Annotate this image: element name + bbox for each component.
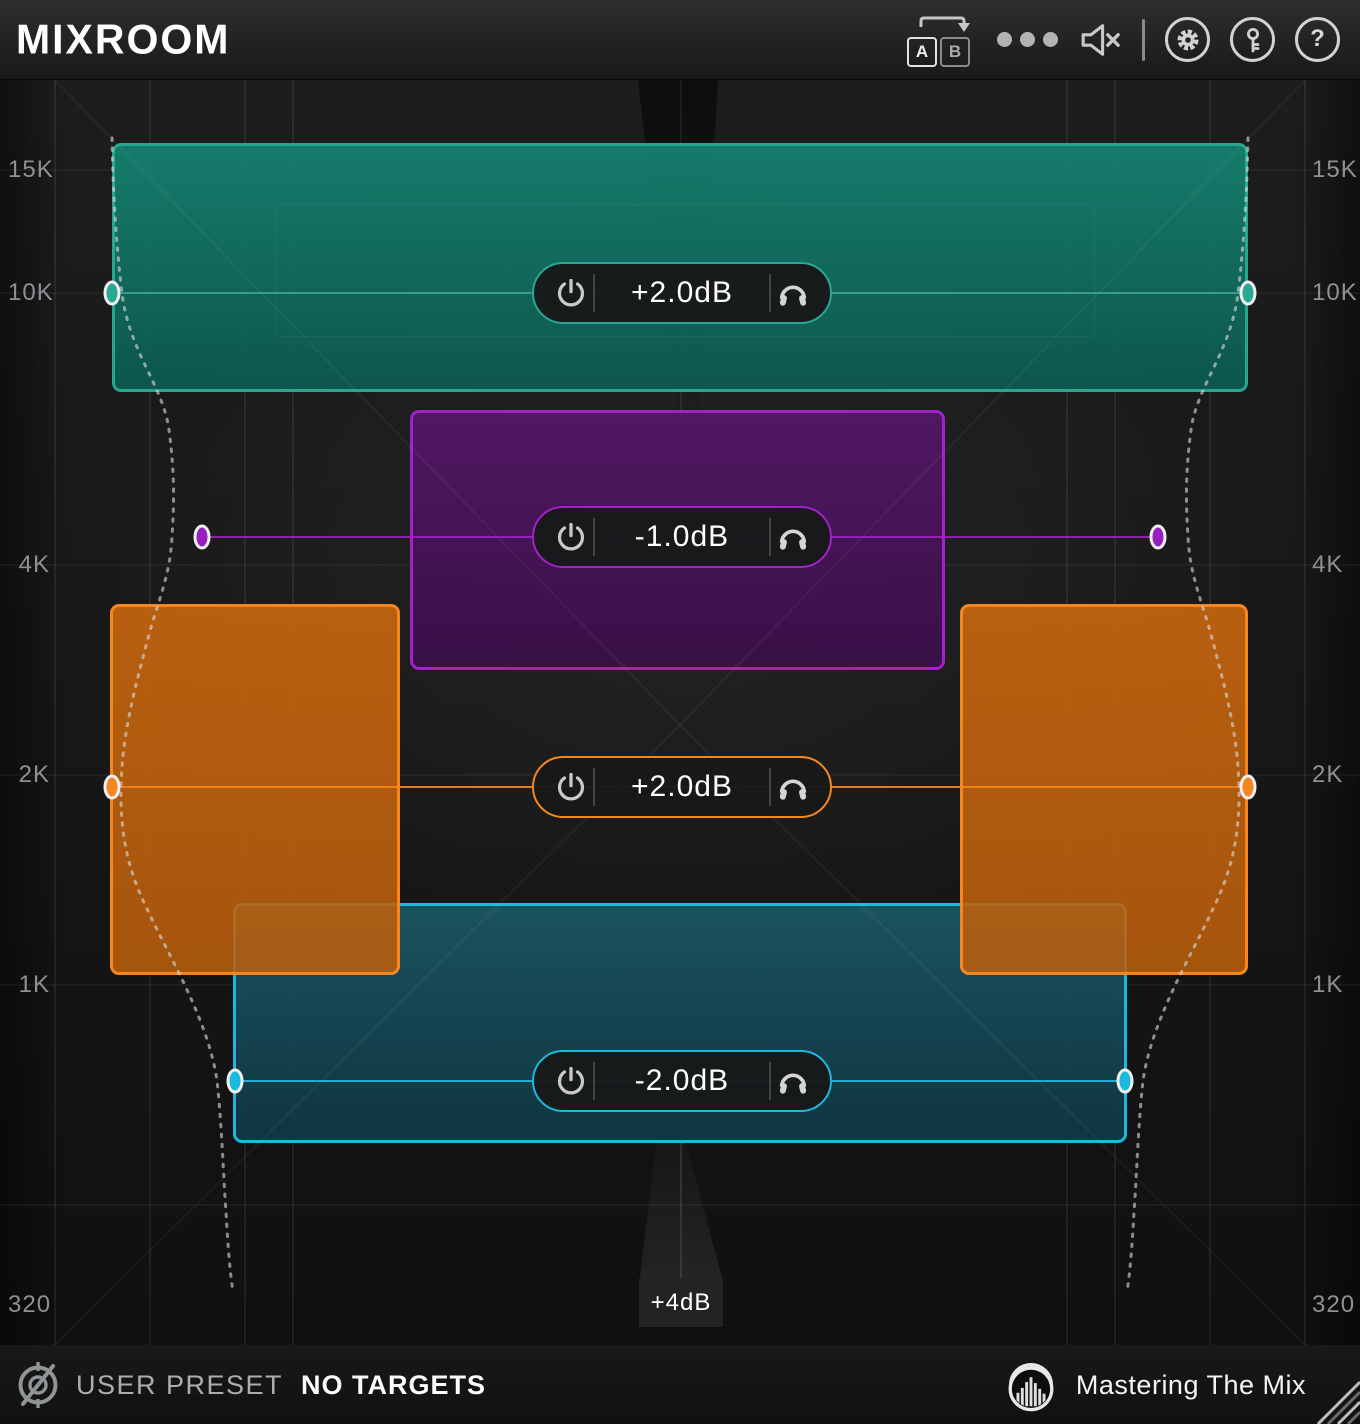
dot-icon <box>997 32 1012 47</box>
band-power-button[interactable] <box>549 770 593 804</box>
status-bar: USER PRESET NO TARGETS Mastering The Mix <box>0 1345 1360 1424</box>
ab-compare-toggle[interactable]: A B <box>907 11 977 69</box>
band-gain-value-low-mid[interactable]: -2.0dB <box>595 1064 769 1098</box>
mixroom-plugin-window: MIXROOM A B ? 15K 10K 4K 2K 1K 320 15K 1… <box>0 0 1360 1424</box>
freq-label-1k-right: 1K <box>1312 971 1344 998</box>
brand-link[interactable]: Mastering The Mix <box>1000 1356 1360 1414</box>
band-control-high[interactable]: +2.0dB <box>532 262 832 324</box>
title-bar: MIXROOM A B ? <box>0 0 1360 80</box>
title-bar-controls: A B ? <box>907 11 1360 69</box>
key-icon <box>1246 27 1259 52</box>
band-solo-button[interactable] <box>771 520 815 554</box>
power-icon <box>557 278 585 307</box>
headphones-icon <box>779 779 807 800</box>
headphones-icon <box>779 285 807 306</box>
band-control-mid[interactable]: +2.0dB <box>532 756 832 818</box>
band-solo-button[interactable] <box>771 770 815 804</box>
band-solo-button[interactable] <box>771 276 815 310</box>
band-gain-value-upper-mid[interactable]: -1.0dB <box>595 520 769 554</box>
band-gain-value-high[interactable]: +2.0dB <box>595 276 769 310</box>
preset-type-label: USER PRESET <box>76 1369 284 1400</box>
preset-name-label: NO TARGETS <box>301 1369 487 1400</box>
frequency-room-view[interactable]: 15K 10K 4K 2K 1K 320 15K 10K 4K 2K 1K 32… <box>0 80 1360 1345</box>
headphones-icon <box>779 1073 807 1094</box>
freq-label-15k-left: 15K <box>8 156 54 183</box>
headphones-icon <box>779 529 807 550</box>
band-control-upper-mid[interactable]: -1.0dB <box>532 506 832 568</box>
freq-label-2k-right: 2K <box>1312 761 1344 788</box>
freq-label-320-left: 320 <box>8 1291 52 1318</box>
freq-label-320-right: 320 <box>1312 1291 1356 1318</box>
gain-scale-readout: +4dB <box>639 1278 723 1327</box>
help-button[interactable]: ? <box>1295 17 1340 62</box>
dot-icon <box>1043 32 1058 47</box>
freq-label-1k-left: 1K <box>18 971 50 998</box>
band-control-low-mid[interactable]: -2.0dB <box>532 1050 832 1112</box>
more-options-button[interactable] <box>997 32 1058 47</box>
band-gain-value-mid[interactable]: +2.0dB <box>595 770 769 804</box>
band-region-mid-right[interactable] <box>960 604 1248 975</box>
freq-label-10k-right: 10K <box>1312 279 1358 306</box>
gear-icon <box>1177 29 1198 50</box>
license-button[interactable] <box>1230 17 1275 62</box>
freq-label-4k-left: 4K <box>18 551 50 578</box>
freq-label-4k-right: 4K <box>1312 551 1344 578</box>
ab-state-a[interactable]: A <box>907 36 937 67</box>
no-target-icon <box>18 1362 58 1408</box>
freq-label-10k-left: 10K <box>8 279 54 306</box>
question-mark-icon: ? <box>1310 24 1325 52</box>
toolbar-divider <box>1142 18 1145 61</box>
band-solo-button[interactable] <box>771 1064 815 1098</box>
freq-label-15k-right: 15K <box>1312 156 1358 183</box>
power-icon <box>557 1066 585 1095</box>
app-title: MIXROOM <box>16 15 231 63</box>
band-region-mid-left[interactable] <box>110 604 400 975</box>
ab-arrow-icon <box>919 16 970 32</box>
resize-grip[interactable] <box>1312 1376 1360 1424</box>
mastering-the-mix-logo-icon <box>1008 1363 1054 1412</box>
brand-name-label: Mastering The Mix <box>1075 1369 1306 1400</box>
dot-icon <box>1020 32 1035 47</box>
power-icon <box>557 522 585 551</box>
band-power-button[interactable] <box>549 520 593 554</box>
ab-state-b[interactable]: B <box>940 36 970 67</box>
mute-button[interactable] <box>1078 20 1122 60</box>
settings-button[interactable] <box>1165 17 1210 62</box>
preset-selector[interactable]: USER PRESET NO TARGETS <box>0 1361 486 1409</box>
freq-label-2k-left: 2K <box>18 761 50 788</box>
band-power-button[interactable] <box>549 1064 593 1098</box>
band-power-button[interactable] <box>549 276 593 310</box>
power-icon <box>557 772 585 801</box>
